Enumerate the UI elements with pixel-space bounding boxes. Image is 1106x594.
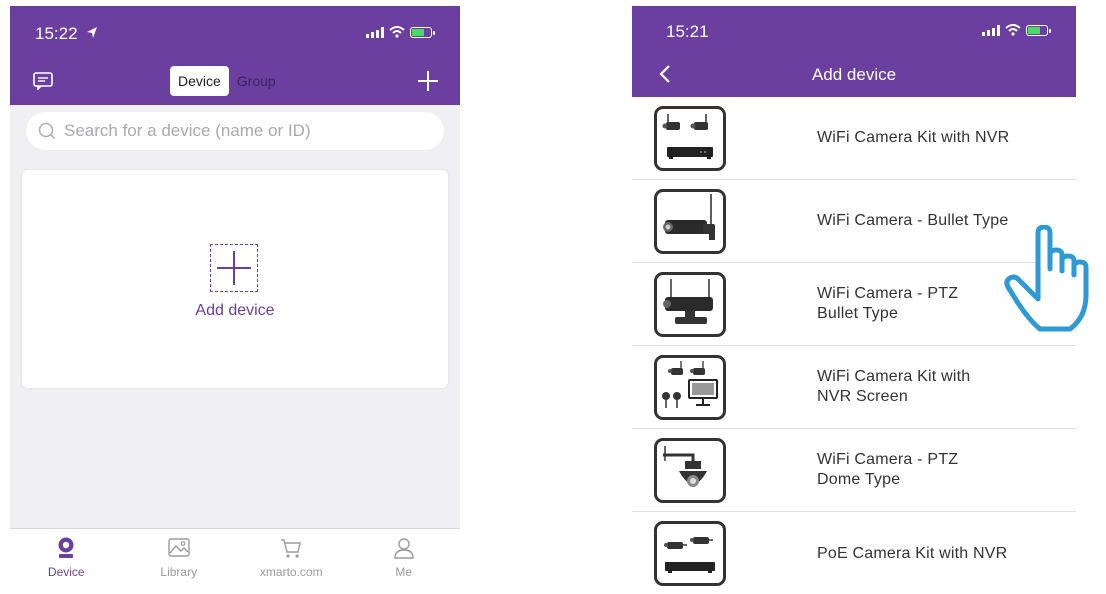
user-icon [394,538,414,559]
status-indicators [982,24,1051,36]
page-title: Add device [811,65,897,84]
ptz-dome-camera-icon [654,438,726,503]
bottom-tabbar: Device Library xmarto.com Me [10,528,460,588]
cart-icon [281,539,302,558]
device-row-ptz-dome-camera[interactable]: WiFi Camera - PTZ Dome Type [632,429,1076,512]
tabbar-me[interactable]: Me [348,529,461,588]
message-icon[interactable] [33,72,53,90]
tabbar-device[interactable]: Device [10,529,123,588]
search-bar [26,112,444,150]
camera-icon [58,537,74,558]
signal-icon [366,26,384,38]
status-indicators [366,26,435,38]
device-row-label: WiFi Camera - PTZ Bullet Type [817,285,959,322]
add-device-link[interactable]: Add device [22,302,448,320]
location-arrow-icon [87,27,97,38]
app-header: 15:22 Device Group [10,6,460,105]
device-row-camera-kit-nvr[interactable]: WiFi Camera Kit with NVR [632,97,1076,180]
add-device-plus-icon[interactable] [210,244,258,292]
bullet-camera-icon [654,189,726,254]
device-type-list: WiFi Camera Kit with NVR WiFi Camera - B… [632,97,1076,594]
device-row-label: WiFi Camera - Bullet Type [817,212,1009,229]
search-input[interactable] [64,121,424,141]
signal-icon [982,24,1000,36]
tabbar-library[interactable]: Library [123,529,236,588]
device-group-switch: Device Group [170,66,284,96]
image-icon [168,538,190,557]
device-row-label: WiFi Camera Kit with NVR Screen [817,368,971,405]
device-row-poe-camera-kit[interactable]: PoE Camera Kit with NVR [632,512,1076,594]
tabbar-label: Library [160,565,198,579]
tabbar-label: Device [47,565,85,579]
device-row-label: PoE Camera Kit with NVR [817,544,1008,562]
device-list-screen: 15:22 Device Group Add device [10,6,460,588]
wifi-icon [1005,24,1021,36]
camera-kit-nvr-icon [654,106,726,171]
add-device-card: Add device [22,170,448,388]
status-time: 15:22 [35,24,78,43]
app-header: 15:21 Add device [632,6,1076,97]
tabbar-label: Me [395,565,413,579]
ptz-bullet-camera-icon [654,272,726,337]
battery-icon [410,26,435,38]
poe-camera-kit-icon [654,521,726,586]
plus-icon[interactable] [417,70,439,92]
device-row-label: WiFi Camera - PTZ Dome Type [817,451,959,488]
device-row-label: WiFi Camera Kit with NVR [817,129,1010,146]
tabbar-shop[interactable]: xmarto.com [235,529,348,588]
camera-kit-screen-icon [654,355,726,420]
tab-device[interactable]: Device [170,66,229,96]
battery-icon [1026,24,1051,36]
tabbar-label: xmarto.com [259,565,323,579]
tap-hand-icon [1004,225,1089,332]
wifi-icon [389,26,405,38]
status-time: 15:21 [666,22,709,41]
tab-group[interactable]: Group [229,66,284,96]
device-row-camera-kit-screen[interactable]: WiFi Camera Kit with NVR Screen [632,346,1076,429]
search-icon [38,122,56,140]
